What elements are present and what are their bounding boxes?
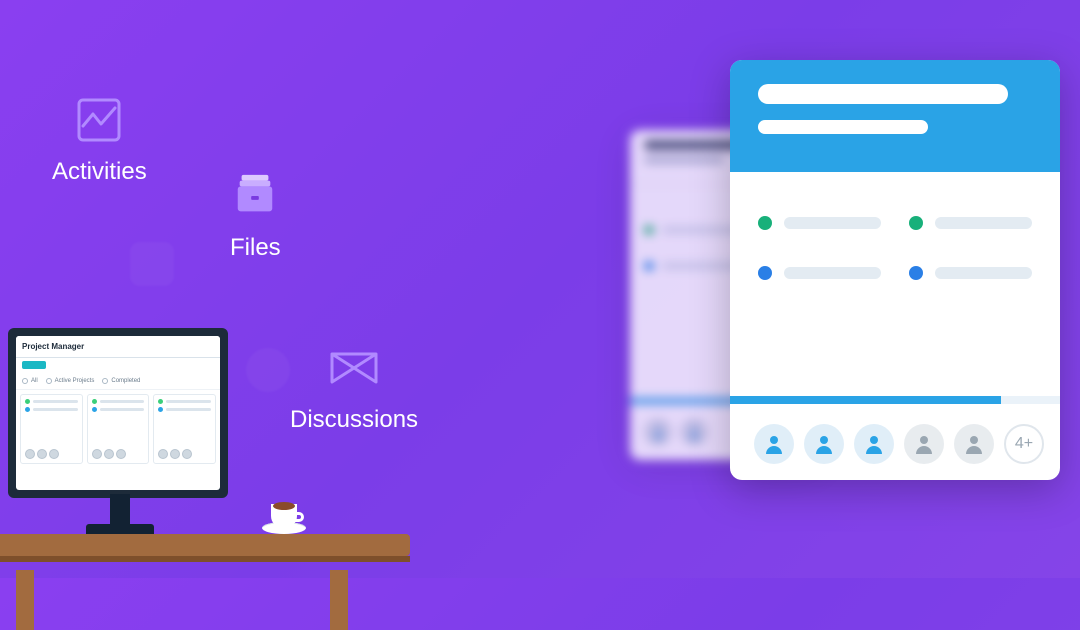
feature-files: Files	[230, 172, 281, 262]
placeholder-line	[758, 120, 928, 134]
feature-label: Files	[230, 234, 281, 262]
monitor-stand	[110, 494, 130, 526]
pm-card	[153, 394, 216, 464]
status-dot-icon	[758, 216, 772, 230]
avatar-icon	[954, 424, 994, 464]
activities-icon	[75, 96, 123, 144]
pm-accent-tag	[22, 361, 46, 369]
pm-tab: Active Projects	[46, 378, 95, 384]
foreground-card: 4+	[730, 60, 1060, 480]
background-card	[630, 130, 820, 460]
files-icon	[231, 172, 279, 220]
status-item	[758, 216, 881, 230]
avatar-icon	[644, 418, 672, 446]
progress-bar	[730, 396, 1060, 404]
status-dot-icon	[909, 266, 923, 280]
pm-card	[87, 394, 150, 464]
status-item	[758, 266, 881, 280]
avatar-icon	[754, 424, 794, 464]
avatar-icon	[804, 424, 844, 464]
status-dot-icon	[758, 266, 772, 280]
feature-label: Activities	[52, 158, 147, 186]
monitor-screen: Project Manager All Active Projects Comp…	[16, 336, 220, 490]
pm-card	[20, 394, 83, 464]
pm-tab: All	[22, 378, 38, 384]
avatar-icon	[854, 424, 894, 464]
card-header	[730, 60, 1060, 172]
placeholder-line	[758, 84, 1008, 104]
pm-title: Project Manager	[22, 342, 84, 351]
coffee-cup	[262, 490, 306, 534]
feature-activities: Activities	[52, 96, 147, 186]
avatar-row: 4+	[754, 424, 1044, 464]
pm-tab: Completed	[102, 378, 140, 384]
avatar-icon	[680, 418, 708, 446]
status-item	[909, 216, 1032, 230]
right-cards: 4+	[600, 60, 1080, 520]
desk	[0, 534, 410, 590]
monitor: Project Manager All Active Projects Comp…	[8, 328, 228, 498]
avatar-icon	[904, 424, 944, 464]
status-item	[909, 266, 1032, 280]
status-dot-icon	[909, 216, 923, 230]
desk-illustration: Project Manager All Active Projects Comp…	[0, 278, 340, 578]
avatar-overflow: 4+	[1004, 424, 1044, 464]
